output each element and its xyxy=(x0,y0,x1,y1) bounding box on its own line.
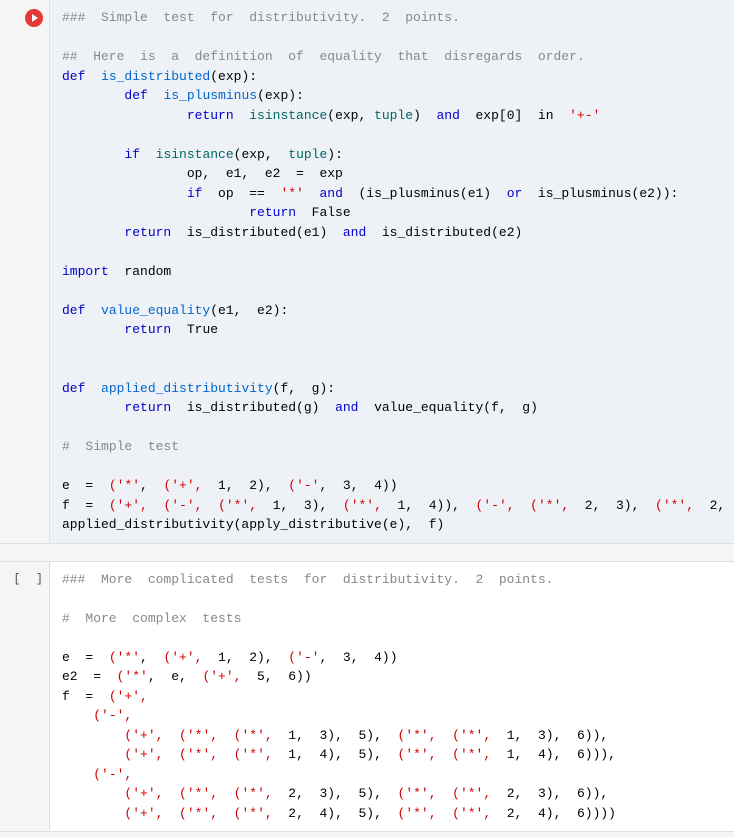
cell-2-code: ### More complicated tests for distribut… xyxy=(50,562,734,832)
bracket-open: [ xyxy=(13,570,20,588)
bracket-close: ] xyxy=(36,570,43,588)
comment-1: ### Simple test for distributivity. 2 po… xyxy=(62,10,460,25)
run-button-cell-1[interactable] xyxy=(25,9,43,27)
cell-2-gutter: [ ] xyxy=(0,562,50,832)
cell-2: [ ] ### More complicated tests for distr… xyxy=(0,562,734,833)
cell-spacer-1 xyxy=(0,544,734,562)
comment-2: ## Here is a definition of equality that… xyxy=(62,49,585,64)
cell-1: ### Simple test for distributivity. 2 po… xyxy=(0,0,734,544)
cell-1-code: ### Simple test for distributivity. 2 po… xyxy=(50,0,734,543)
cell-1-gutter xyxy=(0,0,50,543)
notebook-container: ### Simple test for distributivity. 2 po… xyxy=(0,0,734,832)
bracket-space xyxy=(25,570,32,588)
